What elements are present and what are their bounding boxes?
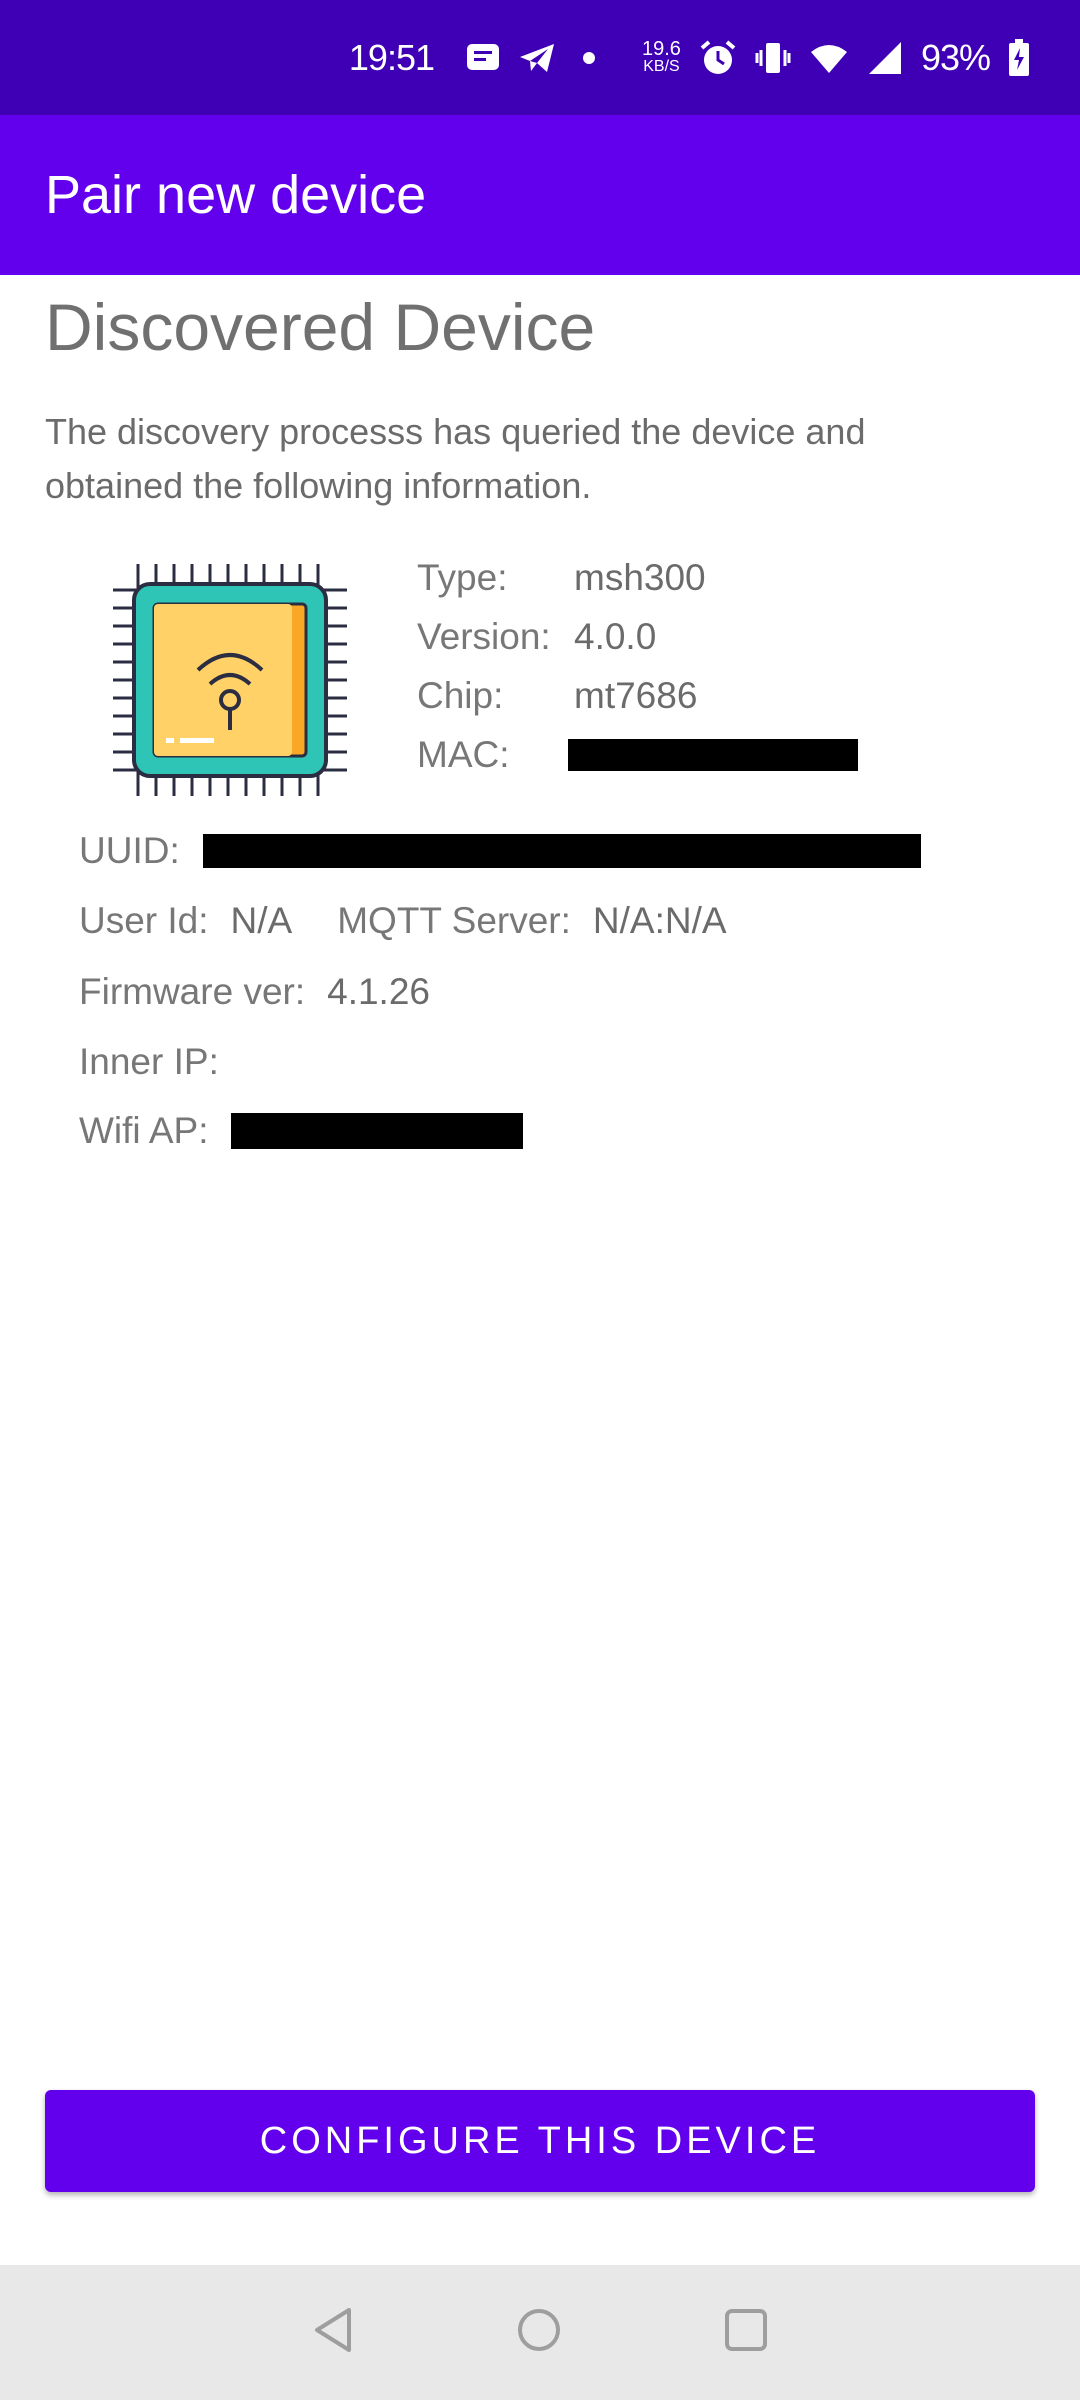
firmware-row: Firmware ver: 4.1.26 — [79, 971, 430, 1013]
type-value: msh300 — [574, 557, 706, 598]
device-info-grid: Type: msh300 Version: 4.0.0 Chip: mt7686… — [417, 550, 858, 782]
configure-device-button[interactable]: CONFIGURE THIS DEVICE — [45, 2090, 1035, 2192]
dot-icon — [574, 51, 604, 65]
page-title: Discovered Device — [45, 290, 596, 364]
status-time: 19:51 — [348, 36, 435, 78]
message-icon — [466, 43, 500, 73]
signal-icon — [867, 41, 903, 75]
app-bar-title: Pair new device — [45, 165, 427, 225]
firmware-value: 4.1.26 — [327, 971, 430, 1012]
firmware-label: Firmware ver: — [79, 971, 306, 1012]
mac-redaction — [568, 738, 858, 771]
net-speed-value: 19.6 — [642, 37, 681, 60]
back-icon[interactable] — [311, 2306, 355, 2359]
user-id-value: N/A — [230, 900, 293, 941]
configure-device-label: CONFIGURE THIS DEVICE — [259, 2119, 821, 2162]
mac-value-redacted — [568, 727, 858, 782]
vibrate-icon — [755, 40, 791, 76]
net-speed-unit: KB/S — [643, 57, 680, 75]
uuid-label: UUID: — [79, 830, 180, 871]
type-label: Type: — [417, 557, 508, 598]
wifi-ap-redaction — [230, 1113, 523, 1149]
net-speed: 19.6 KB/S — [642, 37, 681, 75]
alarm-icon — [699, 39, 737, 77]
status-bar: 19:51 19.6 KB/S 93% — [0, 0, 1080, 115]
recents-icon[interactable] — [723, 2307, 769, 2358]
mqtt-server-value: N/A:N/A — [592, 900, 727, 941]
wifi-ap-label: Wifi AP: — [79, 1110, 209, 1151]
battery-percent: 93% — [920, 36, 991, 78]
inner-ip-label: Inner IP: — [79, 1041, 219, 1082]
wifi-icon — [809, 42, 849, 74]
system-nav-bar — [0, 2265, 1080, 2400]
chip-value: mt7686 — [574, 675, 698, 716]
version-value: 4.0.0 — [574, 616, 657, 657]
chip-label: Chip: — [417, 675, 504, 716]
inner-ip-row: Inner IP: — [79, 1041, 241, 1083]
battery-charging-icon — [1008, 38, 1030, 77]
uuid-row: UUID: — [79, 830, 921, 872]
user-id-label: User Id: — [79, 900, 209, 941]
discovery-description: The discovery processs has queried the d… — [45, 411, 866, 506]
telegram-icon — [518, 42, 556, 74]
user-mqtt-row: User Id: N/A MQTT Server: N/A:N/A — [79, 900, 727, 942]
app-bar: Pair new device — [0, 115, 1080, 275]
chip-wifi-icon — [110, 560, 350, 800]
version-label: Version: — [417, 616, 551, 657]
home-icon[interactable] — [515, 2306, 563, 2359]
wifi-ap-row: Wifi AP: — [79, 1110, 523, 1152]
mac-label: MAC: — [417, 734, 510, 775]
uuid-redaction — [202, 834, 921, 868]
mqtt-server-label: MQTT Server: — [337, 900, 571, 941]
